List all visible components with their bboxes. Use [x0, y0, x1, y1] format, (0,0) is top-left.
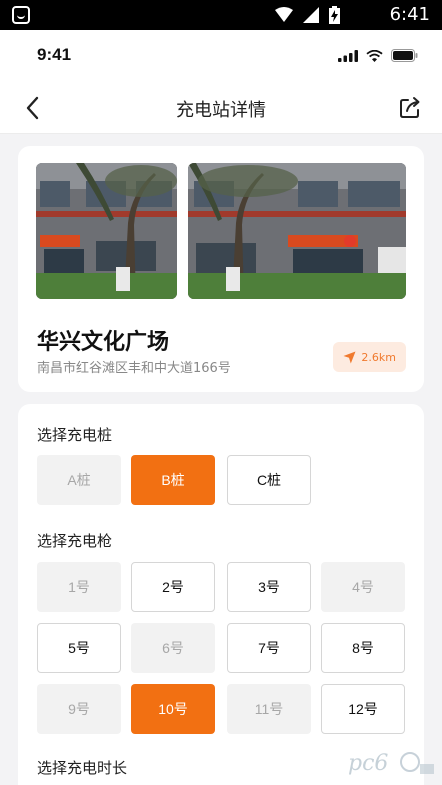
station-photo[interactable] [188, 163, 406, 299]
gun-option[interactable]: 6号 [131, 623, 215, 673]
pile-option[interactable]: A桩 [37, 455, 121, 505]
wifi-icon [366, 49, 383, 62]
selection-card: 选择充电桩 A桩 B桩 C桩 选择充电枪 1号 2号 3号 4号 5号 6号 7… [18, 404, 424, 785]
gun-option[interactable]: 3号 [227, 562, 311, 612]
gun-option[interactable]: 2号 [131, 562, 215, 612]
pile-option[interactable]: C桩 [227, 455, 311, 505]
cellular-signal-icon [338, 49, 358, 62]
navigate-distance-button[interactable]: 2.6km [333, 342, 406, 372]
gun-option[interactable]: 10号 [131, 684, 215, 734]
gun-option[interactable]: 5号 [37, 623, 121, 673]
station-info-card: 华兴文化广场 南昌市红谷滩区丰和中大道166号 2.6km [18, 146, 424, 392]
battery-icon [391, 49, 418, 62]
station-photo[interactable] [36, 163, 177, 299]
system-status-bar: 6:41 [0, 0, 442, 30]
gun-option[interactable]: 12号 [321, 684, 405, 734]
gun-option[interactable]: 1号 [37, 562, 121, 612]
duration-section-title: 选择充电时长 [37, 759, 128, 777]
distance-text: 2.6km [361, 350, 396, 364]
battery-charging-icon [329, 6, 340, 24]
wifi-icon [275, 7, 293, 22]
gun-option[interactable]: 4号 [321, 562, 405, 612]
gun-section-title: 选择充电枪 [37, 532, 113, 550]
watermark-logo: pc6 [348, 751, 434, 776]
share-icon[interactable] [396, 94, 424, 122]
ios-status-bar: 9:41 [0, 30, 442, 82]
nav-bar: 充电站详情 [0, 82, 442, 134]
station-address: 南昌市红谷滩区丰和中大道166号 [37, 361, 231, 376]
station-name: 华兴文化广场 [37, 330, 170, 355]
gun-option[interactable]: 8号 [321, 623, 405, 673]
ios-time: 9:41 [37, 45, 72, 64]
signal-icon [303, 7, 319, 23]
gun-option[interactable]: 9号 [37, 684, 121, 734]
pile-option[interactable]: B桩 [131, 455, 215, 505]
svg-text:pc6: pc6 [348, 751, 388, 776]
system-time: 6:41 [389, 4, 430, 25]
app-notification-icon [12, 6, 30, 24]
gun-option[interactable]: 7号 [227, 623, 311, 673]
gun-option[interactable]: 11号 [227, 684, 311, 734]
pile-section-title: 选择充电桩 [37, 426, 113, 444]
navigation-arrow-icon [343, 351, 356, 363]
page-title: 充电站详情 [176, 100, 266, 121]
